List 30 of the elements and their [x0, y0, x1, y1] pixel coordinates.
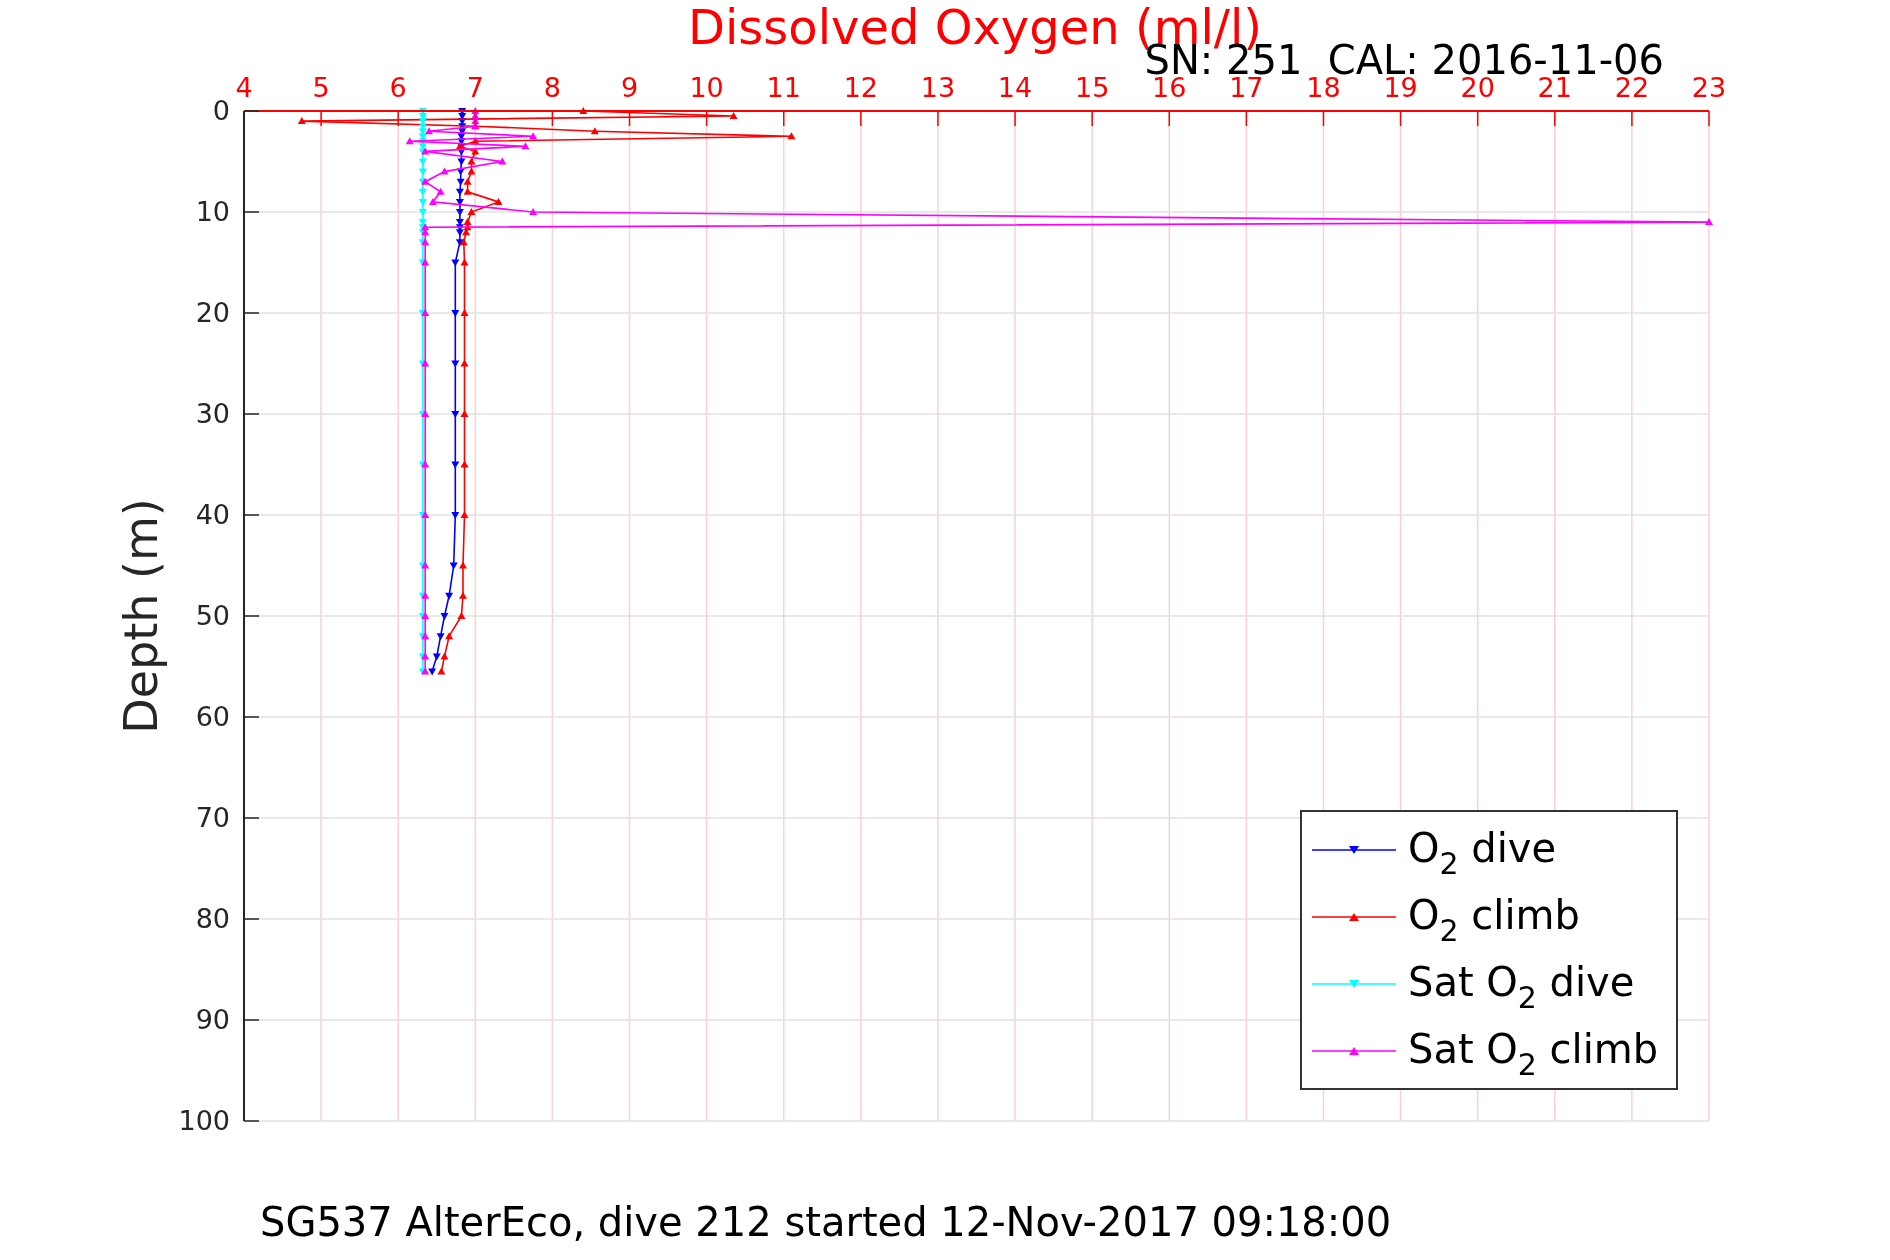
- y-tick-label: 50: [195, 600, 230, 631]
- x-tick-label: 15: [1075, 72, 1110, 103]
- x-tick-label: 7: [466, 72, 484, 103]
- y-tick-label: 60: [195, 701, 230, 732]
- y-tick-label: 40: [195, 499, 230, 530]
- legend-label: O$_{2}$ dive: [1408, 823, 1557, 880]
- x-tick-label: 9: [620, 72, 639, 103]
- y-tick-label: 0: [212, 95, 230, 126]
- y-tick-label: 20: [195, 297, 230, 328]
- x-tick-label: 8: [543, 72, 561, 103]
- x-tick-label: 4: [235, 72, 253, 103]
- y-tick-label: 10: [195, 196, 230, 227]
- x-tick-label: 14: [997, 72, 1033, 103]
- caption: SG537 AlterEco, dive 212 started 12-Nov-2017 09:18:00: [260, 1199, 1392, 1245]
- y-tick-label: 70: [195, 802, 230, 833]
- x-tick-label: 13: [920, 72, 956, 103]
- y-tick-label: 80: [195, 903, 230, 934]
- legend-label: O$_{2}$ climb: [1408, 890, 1580, 947]
- x-tick-label: 5: [312, 72, 330, 103]
- x-tick-label: 12: [843, 72, 878, 103]
- x-tick-label: 10: [689, 72, 724, 103]
- x-tick-label: 23: [1691, 72, 1727, 103]
- legend-label: Sat O$_{2}$ dive: [1408, 957, 1635, 1014]
- axis-label: Depth (m): [114, 498, 168, 734]
- y-tick-label: 100: [178, 1105, 230, 1136]
- x-tick-label: 11: [766, 72, 801, 103]
- y-tick-label: 30: [195, 398, 230, 429]
- y-tick-label: 90: [195, 1004, 230, 1035]
- legend-label: Sat O$_{2}$ climb: [1408, 1024, 1659, 1081]
- x-tick-label: 6: [389, 72, 407, 103]
